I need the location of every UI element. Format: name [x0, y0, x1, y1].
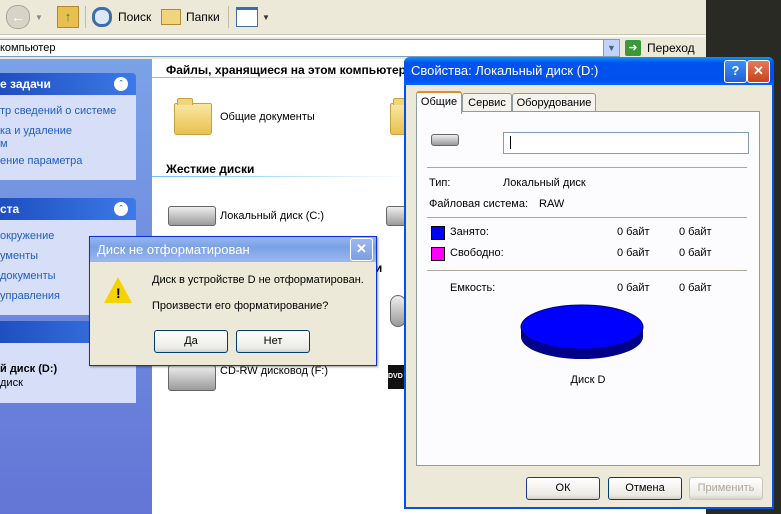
disk-usage-pie: [520, 304, 644, 359]
folder-icon[interactable]: [174, 98, 212, 135]
dialog-titlebar[interactable]: Диск не отформатирован ✕: [90, 237, 376, 262]
apply-button[interactable]: Применить: [689, 477, 763, 500]
dialog-title: Диск не отформатирован: [97, 242, 250, 257]
back-icon: ←: [6, 5, 30, 29]
yes-button[interactable]: Да: [154, 330, 228, 353]
capacity-size: 0 байт: [679, 282, 712, 294]
filesystem-label: Файловая система:: [429, 198, 529, 210]
free-bytes: 0 байт: [617, 247, 650, 259]
search-icon: [92, 7, 112, 27]
go-icon: ➜: [625, 40, 641, 56]
up-folder-icon: ↑: [57, 6, 79, 28]
task-group-body-system: тр сведений о системе ка и удаление м ен…: [0, 95, 136, 180]
place-link-control-panel[interactable]: управления: [0, 290, 60, 302]
tab-panel-general: Тип: Локальный диск Файловая система: RA…: [416, 111, 760, 466]
up-folder-button[interactable]: ↑: [57, 4, 79, 30]
disk-caption: Диск D: [570, 374, 606, 386]
used-color-swatch: [431, 226, 445, 240]
toolbar-separator: [228, 6, 229, 28]
task-link-add-remove-cont[interactable]: м: [0, 138, 8, 150]
divider: [427, 270, 747, 271]
chevron-down-icon: ▼: [35, 12, 43, 22]
dialog-title: Свойства: Локальный диск (D:): [411, 63, 599, 78]
address-dropdown-button[interactable]: ▼: [603, 39, 620, 57]
collapse-icon[interactable]: ˆ: [114, 77, 128, 91]
place-link-network[interactable]: окружение: [0, 230, 54, 242]
chevron-down-icon: ▼: [262, 12, 270, 22]
type-value: Локальный диск: [503, 177, 586, 189]
tab-general[interactable]: Общие: [416, 91, 462, 114]
place-link-shared-documents[interactable]: документы: [0, 270, 56, 282]
dialog-titlebar[interactable]: Свойства: Локальный диск (D:): [404, 57, 774, 85]
text-caret: [510, 136, 511, 149]
cdrw-drive-label[interactable]: CD-RW дисковод (F:): [220, 365, 328, 377]
collapse-icon[interactable]: ˆ: [114, 202, 128, 216]
close-icon[interactable]: ✕: [350, 238, 373, 261]
section-divider: [152, 176, 412, 177]
task-group-title: ста: [0, 202, 20, 216]
shared-documents-label[interactable]: Общие документы: [220, 111, 315, 123]
used-size: 0 байт: [679, 226, 712, 238]
search-label: Поиск: [118, 10, 152, 24]
volume-label-input[interactable]: [503, 132, 749, 154]
close-icon[interactable]: ✕: [747, 60, 770, 83]
go-button[interactable]: ➜ Переход: [625, 39, 705, 57]
place-link-documents[interactable]: ументы: [0, 250, 38, 262]
address-input[interactable]: компьютер: [0, 39, 619, 57]
used-label: Занято:: [450, 226, 489, 238]
tab-hardware[interactable]: Оборудование: [512, 93, 596, 112]
go-label: Переход: [647, 41, 695, 55]
details-title: й диск (D:): [0, 363, 58, 375]
folders-label: Папки: [186, 10, 220, 24]
task-link-system-info[interactable]: тр сведений о системе: [0, 105, 116, 117]
format-prompt-dialog: Диск не отформатирован ✕ ! Диск в устрой…: [89, 236, 377, 366]
filesystem-value: RAW: [539, 198, 565, 210]
free-color-swatch: [431, 247, 445, 261]
type-label: Тип:: [429, 177, 451, 189]
section-header-hdd: Жесткие диски: [166, 162, 255, 176]
drive-icon: [431, 134, 459, 146]
views-button[interactable]: ▼: [236, 4, 270, 30]
cancel-button[interactable]: Отмена: [608, 477, 682, 500]
tab-tools[interactable]: Сервис: [462, 93, 512, 112]
drive-icon[interactable]: [386, 206, 406, 226]
task-group-header-places[interactable]: ста ˆ: [0, 198, 136, 220]
details-subtitle: диск: [0, 377, 23, 389]
toolbar-separator: [85, 6, 86, 28]
dvd-drive-icon[interactable]: DVD: [388, 365, 404, 389]
folders-button[interactable]: Папки: [161, 4, 220, 30]
capacity-bytes: 0 байт: [617, 282, 650, 294]
back-button[interactable]: ← ▼: [6, 4, 43, 30]
views-icon: [236, 7, 258, 27]
dialog-question: Произвести его форматирование?: [152, 300, 329, 312]
divider: [427, 217, 747, 218]
dialog-message: Диск в устройстве D не отформатирован.: [152, 274, 364, 286]
no-button[interactable]: Нет: [236, 330, 310, 353]
used-bytes: 0 байт: [617, 226, 650, 238]
help-icon[interactable]: ?: [724, 60, 747, 83]
search-button[interactable]: Поиск: [92, 4, 151, 30]
free-size: 0 байт: [679, 247, 712, 259]
section-header-shared: Файлы, хранящиеся на этом компьютере: [166, 63, 413, 77]
disk-properties-dialog: Свойства: Локальный диск (D:) ? ✕ Общие …: [404, 57, 774, 509]
capacity-label: Емкость:: [450, 282, 496, 294]
task-link-change-setting[interactable]: ение параметра: [0, 155, 82, 167]
drive-icon[interactable]: [168, 206, 216, 226]
ok-button[interactable]: ОК: [526, 477, 600, 500]
task-link-add-remove[interactable]: ка и удаление: [0, 125, 72, 137]
chevron-down-icon: ▼: [607, 43, 616, 53]
free-label: Свободно:: [450, 247, 504, 259]
folders-icon: [161, 9, 181, 25]
cdrom-drive-icon[interactable]: [168, 365, 216, 391]
task-group-title: е задачи: [0, 77, 51, 91]
section-divider: [152, 77, 412, 78]
warning-icon-mark: !: [116, 285, 121, 301]
pie-top: [520, 304, 644, 350]
task-group-header-system[interactable]: е задачи ˆ: [0, 73, 136, 95]
address-bar: компьютер ▼ ➜ Переход: [0, 37, 706, 59]
divider: [427, 167, 747, 168]
toolbar: ← ▼ ↑ Поиск Папки ▼: [0, 0, 706, 35]
local-disk-c-label[interactable]: Локальный диск (C:): [220, 210, 324, 222]
